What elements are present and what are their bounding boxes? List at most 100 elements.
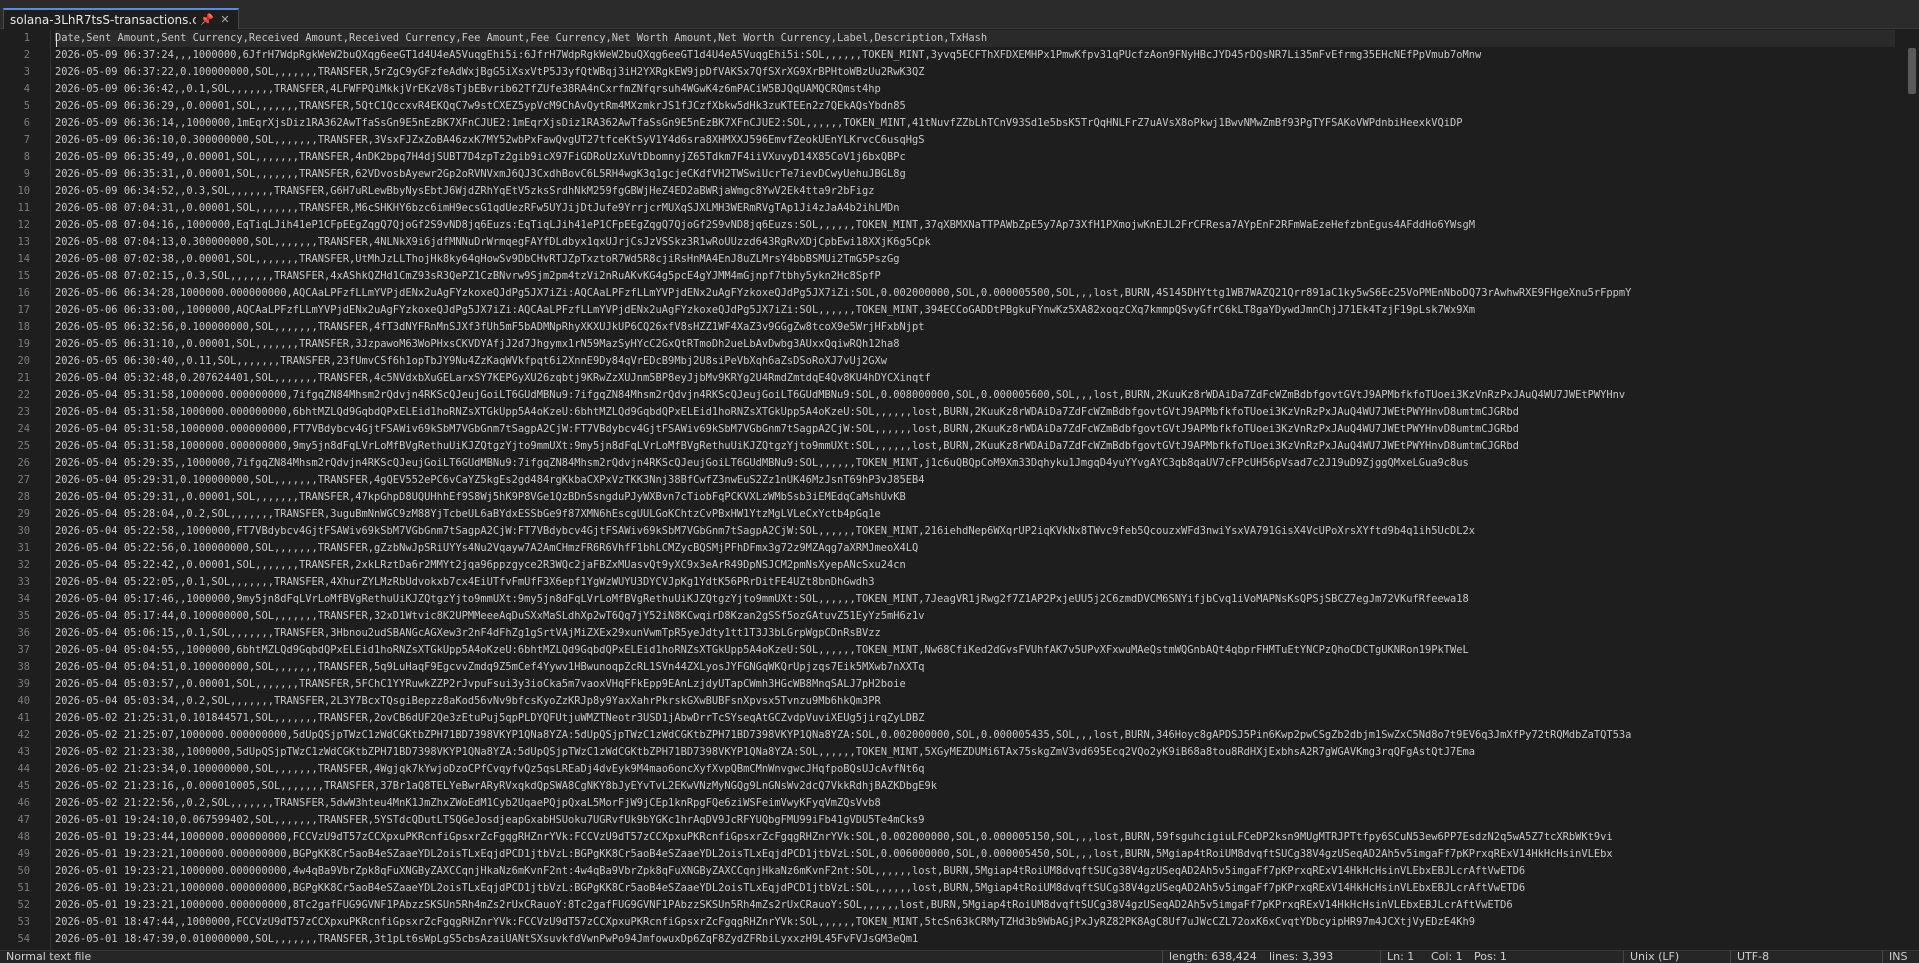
text-line[interactable]: 2026-05-04 05:04:51,0.100000000,SOL,,,,,… [55,659,925,676]
line-number: 8 [23,151,30,163]
text-line[interactable]: 2026-05-09 06:34:52,,0.3,SOL,,,,,,,TRANS… [55,183,875,200]
tab-bar: solana-3LhR7tsS-transactions.csv 📌 ✕ [0,0,1919,29]
line-number: 9 [23,168,30,180]
text-line[interactable]: 2026-05-04 05:31:58,1000000.000000000,FT… [55,421,1519,438]
line-number: 54 [17,933,30,945]
file-tab-title: solana-3LhR7tsS-transactions.csv [10,12,196,27]
text-line[interactable]: 2026-05-02 21:23:38,,1000000,5dUpQSjpTWz… [55,744,1475,761]
text-line[interactable]: 2026-05-02 21:25:07,1000000.000000000,5d… [55,727,1631,744]
text-line[interactable]: 2026-05-04 05:28:04,,0.2,SOL,,,,,,,TRANS… [55,506,881,523]
text-line[interactable]: 2026-05-09 06:35:31,,0.00001,SOL,,,,,,,T… [55,166,906,183]
line-number: 45 [17,780,30,792]
line-number: 49 [17,848,30,860]
line-number: 40 [17,695,30,707]
vertical-scrollbar[interactable] [1905,30,1919,950]
text-line[interactable]: 2026-05-04 05:29:31,0.100000000,SOL,,,,,… [55,472,925,489]
text-line[interactable]: 2026-05-08 07:02:38,,0.00001,SOL,,,,,,,T… [55,251,900,268]
text-line[interactable]: 2026-05-05 06:32:56,0.100000000,SOL,,,,,… [55,319,925,336]
line-number: 5 [23,100,30,112]
line-number: 53 [17,916,30,928]
status-lines: lines: 3,393 [1269,950,1334,963]
text-line[interactable]: 2026-05-04 05:03:57,,0.00001,SOL,,,,,,,T… [55,676,906,693]
text-line[interactable]: 2026-05-02 21:23:16,,0.000010005,SOL,,,,… [55,778,937,795]
line-number: 26 [17,457,30,469]
text-line[interactable]: 2026-05-04 05:31:58,1000000.000000000,6b… [55,404,1519,421]
text-line[interactable]: 2026-05-04 05:17:44,0.100000000,SOL,,,,,… [55,608,925,625]
line-number: 37 [17,644,30,656]
text-line[interactable]: 2026-05-04 05:22:42,,0.00001,SOL,,,,,,,T… [55,557,906,574]
line-number: 30 [17,525,30,537]
line-number: 51 [17,882,30,894]
line-number-gutter: 1 2 3 4 5 6 7 8 9 10 11 12 13 14 15 16 17 18 19 20 21 22 23 24 2… [0,30,51,950]
text-line[interactable]: 2026-05-08 07:04:13,0.300000000,SOL,,,,,… [55,234,931,251]
text-line[interactable]: 2026-05-04 05:03:34,,0.2,SOL,,,,,,,TRANS… [55,693,881,710]
text-line[interactable]: 2026-05-08 07:02:15,,0.3,SOL,,,,,,,TRANS… [55,268,881,285]
text-line[interactable]: 2026-05-08 07:04:31,,0.00001,SOL,,,,,,,T… [55,200,900,217]
scrollbar-thumb[interactable] [1908,48,1916,94]
text-line[interactable]: 2026-05-01 19:24:10,0.067599402,SOL,,,,,… [55,812,925,829]
line-number: 22 [17,389,30,401]
text-line[interactable]: 2026-05-04 05:32:48,0.207624401,SOL,,,,,… [55,370,931,387]
line-number: 10 [17,185,30,197]
status-bar: Normal text file length: 638,424 lines: … [0,950,1919,963]
line-number: 28 [17,491,30,503]
text-caret [56,33,57,47]
text-line[interactable]: 2026-05-09 06:36:42,,0.1,SOL,,,,,,,TRANS… [55,81,881,98]
text-line[interactable]: 2026-05-04 05:04:55,,1000000,6bhtMZLQd9G… [55,642,1469,659]
text-line[interactable]: 2026-05-04 05:29:31,,0.00001,SOL,,,,,,,T… [55,489,906,506]
text-editor[interactable]: 1 2 3 4 5 6 7 8 9 10 11 12 13 14 15 16 17 18 19 20 21 22 23 24 2… [0,30,1919,950]
text-line[interactable]: 2026-05-09 06:36:10,0.300000000,SOL,,,,,… [55,132,925,149]
text-line[interactable]: 2026-05-09 06:36:29,,0.00001,SOL,,,,,,,T… [55,98,906,115]
line-number: 14 [17,253,30,265]
text-area[interactable]: Date,Sent Amount,Sent Currency,Received … [55,30,1895,950]
text-line[interactable]: 2026-05-01 18:47:44,,1000000,FCCVzU9dT57… [55,914,1475,931]
text-line[interactable]: 2026-05-01 18:47:39,0.010000000,SOL,,,,,… [55,931,918,948]
close-icon[interactable]: ✕ [218,13,232,26]
text-line[interactable]: 2026-05-04 05:31:58,1000000.000000000,7i… [55,387,1625,404]
status-eol[interactable]: Unix (LF) [1623,951,1679,963]
text-line[interactable]: 2026-05-04 05:17:46,,1000000,9my5jn8dFqL… [55,591,1469,608]
line-number: 17 [17,304,30,316]
text-line[interactable]: 2026-05-04 05:06:15,,0.1,SOL,,,,,,,TRANS… [55,625,881,642]
text-line[interactable]: 2026-05-01 19:23:21,1000000.000000000,BG… [55,880,1525,897]
status-filetype: Normal text file [6,950,92,963]
text-line[interactable]: 2026-05-05 06:30:40,,0.11,SOL,,,,,,,TRAN… [55,353,887,370]
text-line[interactable]: Date,Sent Amount,Sent Currency,Received … [55,30,1895,47]
text-line[interactable]: 2026-05-08 07:04:16,,1000000,EqTiqLJih41… [55,217,1475,234]
text-line[interactable]: 2026-05-06 06:33:00,,1000000,AQCAaLPFzfL… [55,302,1475,319]
text-line[interactable]: 2026-05-02 21:23:34,0.100000000,SOL,,,,,… [55,761,925,778]
text-line[interactable]: 2026-05-09 06:35:49,,0.00001,SOL,,,,,,,T… [55,149,906,166]
line-number: 15 [17,270,30,282]
text-line[interactable]: 2026-05-02 21:25:31,0.101844571,SOL,,,,,… [55,710,925,727]
text-line[interactable]: 2026-05-04 05:31:58,1000000.000000000,9m… [55,438,1519,455]
text-line[interactable]: 2026-05-01 19:23:21,1000000.000000000,8T… [55,897,1513,914]
text-line[interactable]: 2026-05-09 06:36:14,,1000000,1mEqrXjsDiz… [55,115,1463,132]
pin-icon[interactable]: 📌 [200,13,214,26]
line-number: 4 [23,83,30,95]
line-number: 38 [17,661,30,673]
text-line[interactable]: 2026-05-01 19:23:21,1000000.000000000,BG… [55,846,1613,863]
line-number: 25 [17,440,30,452]
text-line[interactable]: 2026-05-09 06:37:24,,,1000000,6JfrH7WdpR… [55,47,1481,64]
text-line[interactable]: 2026-05-04 05:22:05,,0.1,SOL,,,,,,,TRANS… [55,574,875,591]
line-number: 31 [17,542,30,554]
text-line[interactable]: 2026-05-04 05:22:58,,1000000,FT7VBdybcv4… [55,523,1475,540]
line-number: 19 [17,338,30,350]
file-tab[interactable]: solana-3LhR7tsS-transactions.csv 📌 ✕ [3,8,239,29]
line-number: 47 [17,814,30,826]
line-number: 35 [17,610,30,622]
status-encoding[interactable]: UTF-8 [1730,951,1769,963]
status-insert-mode[interactable]: INS [1882,951,1907,963]
text-line[interactable]: 2026-05-01 19:23:21,1000000.000000000,4w… [55,863,1525,880]
text-line[interactable]: 2026-05-06 06:34:28,1000000.000000000,AQ… [55,285,1631,302]
text-line[interactable]: 2026-05-04 05:29:35,,1000000,7ifgqZN84Mh… [55,455,1469,472]
line-number: 29 [17,508,30,520]
text-line[interactable]: 2026-05-04 05:22:56,0.100000000,SOL,,,,,… [55,540,918,557]
line-number: 33 [17,576,30,588]
text-line[interactable]: 2026-05-02 21:22:56,,0.2,SOL,,,,,,,TRANS… [55,795,881,812]
text-line[interactable]: 2026-05-05 06:31:10,,0.00001,SOL,,,,,,,T… [55,336,900,353]
status-position: Pos: 1 [1474,950,1507,963]
text-line[interactable]: 2026-05-01 19:23:44,1000000.000000000,FC… [55,829,1613,846]
line-number: 42 [17,729,30,741]
text-line[interactable]: 2026-05-09 06:37:22,0.100000000,SOL,,,,,… [55,64,925,81]
